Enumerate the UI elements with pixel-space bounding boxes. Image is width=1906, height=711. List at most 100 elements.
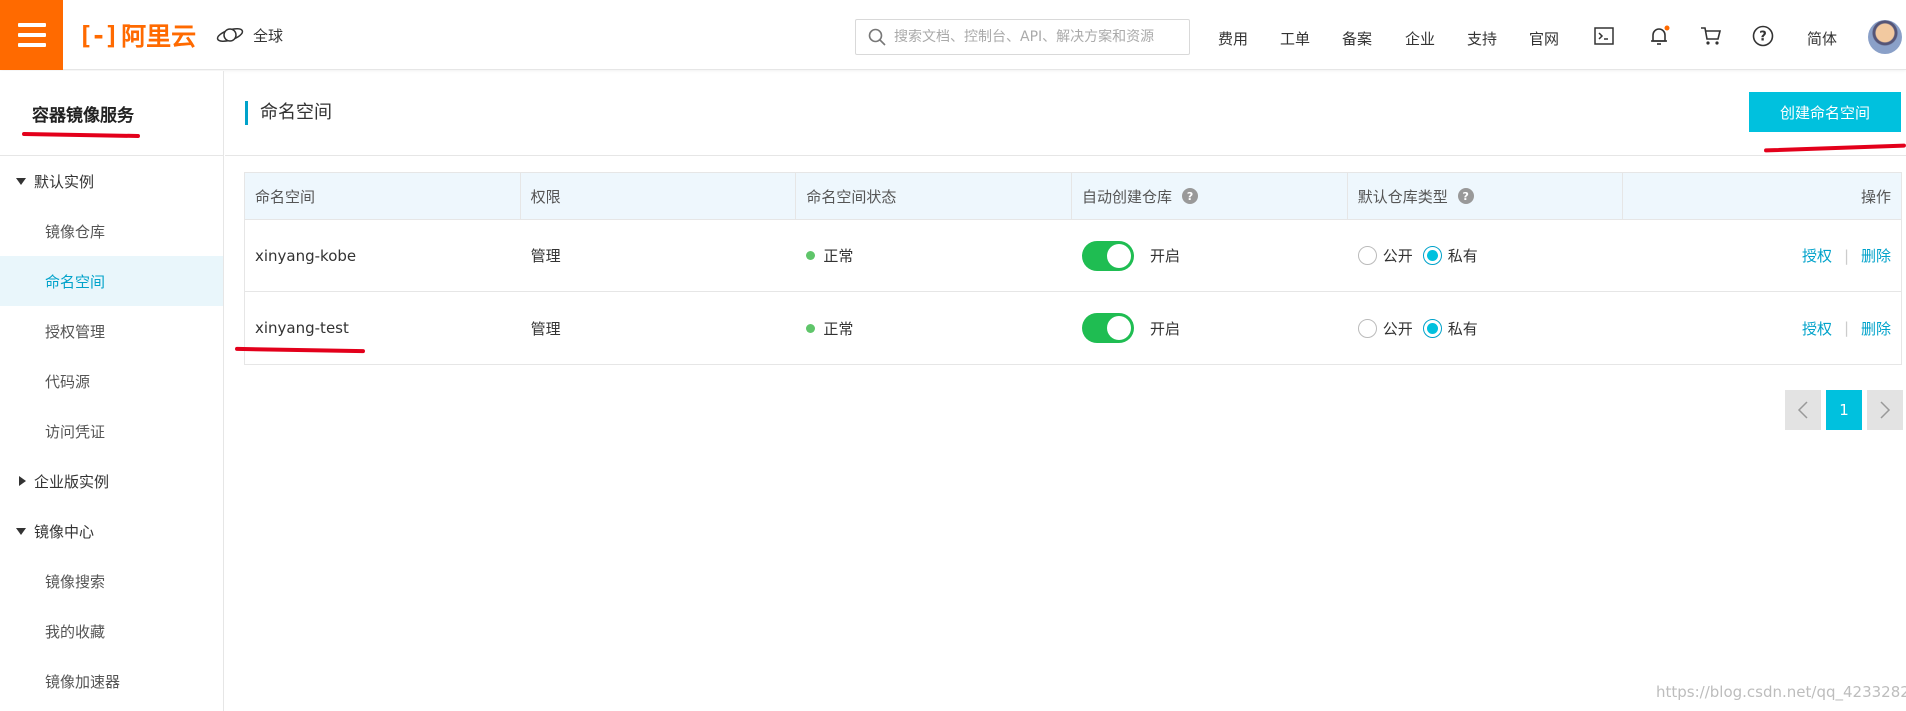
auto-create-cell: 开启 bbox=[1072, 292, 1348, 364]
separator: | bbox=[1843, 319, 1850, 337]
table-row: xinyang-kobe 管理 正常 开启 公开 私有 授权 | 删除 bbox=[245, 220, 1901, 292]
cart-icon[interactable] bbox=[1700, 25, 1722, 47]
namespace-table: 命名空间 权限 命名空间状态 自动创建仓库 ? 默认仓库类型 ? 操作 xiny… bbox=[244, 172, 1902, 365]
bell-icon[interactable] bbox=[1648, 25, 1670, 47]
column-header-actions: 操作 bbox=[1623, 173, 1901, 219]
sidebar-group-label: 镜像中心 bbox=[34, 522, 95, 541]
status-dot-icon bbox=[806, 323, 816, 333]
pagination: 1 bbox=[1785, 390, 1903, 430]
region-label: 全球 bbox=[253, 26, 284, 45]
permission-value: 管理 bbox=[530, 247, 561, 265]
top-bar: [-] 阿里云 全球 费用 工单 备案 企业 支持 官网 ? 简体 bbox=[0, 0, 1906, 70]
region-selector[interactable]: 全球 bbox=[215, 24, 283, 46]
question-icon[interactable]: ? bbox=[1182, 188, 1199, 204]
radio-public[interactable] bbox=[1357, 246, 1377, 265]
status-cell: 正常 bbox=[796, 220, 1072, 291]
logo[interactable]: [-] 阿里云 bbox=[78, 20, 197, 52]
column-header-status: 命名空间状态 bbox=[796, 173, 1073, 219]
sidebar-item-code-source[interactable]: 代码源 bbox=[0, 356, 223, 406]
status-cell: 正常 bbox=[796, 292, 1072, 364]
radio-label: 公开 bbox=[1382, 319, 1413, 338]
toggle-label: 开启 bbox=[1150, 319, 1181, 338]
repo-type-cell: 公开 私有 bbox=[1348, 220, 1624, 291]
column-header-label: 默认仓库类型 bbox=[1357, 187, 1448, 206]
table-header: 命名空间 权限 命名空间状态 自动创建仓库 ? 默认仓库类型 ? 操作 bbox=[245, 173, 1901, 220]
sidebar-item-repositories[interactable]: 镜像仓库 bbox=[0, 206, 223, 256]
sidebar-group-label: 企业版实例 bbox=[34, 472, 110, 491]
actions-cell: 授权 | 删除 bbox=[1623, 220, 1901, 291]
sidebar-item-favorites[interactable]: 我的收藏 bbox=[0, 606, 223, 656]
brand-name: 阿里云 bbox=[121, 22, 197, 51]
watermark: https://blog.csdn.net/qq_42332821 bbox=[1656, 683, 1906, 701]
permission-value: 管理 bbox=[530, 319, 561, 338]
column-header-auto-create: 自动创建仓库 ? bbox=[1072, 173, 1348, 219]
page-number-button[interactable]: 1 bbox=[1826, 390, 1862, 430]
nav-enterprise[interactable]: 企业 bbox=[1405, 28, 1435, 49]
authorize-link[interactable]: 授权 bbox=[1802, 245, 1832, 266]
column-header-label: 命名空间状态 bbox=[806, 187, 897, 206]
search-box[interactable] bbox=[855, 19, 1190, 55]
sidebar-group-label: 默认实例 bbox=[34, 172, 95, 191]
sidebar-group-default-instance[interactable]: 默认实例 bbox=[0, 156, 223, 206]
terminal-icon[interactable] bbox=[1593, 25, 1615, 47]
namespace-name: xinyang-kobe bbox=[255, 246, 357, 265]
repo-type-cell: 公开 私有 bbox=[1348, 292, 1624, 364]
actions-cell: 授权 | 删除 bbox=[1623, 292, 1901, 364]
sidebar-item-image-search[interactable]: 镜像搜索 bbox=[0, 556, 223, 606]
nav-fees[interactable]: 费用 bbox=[1218, 28, 1248, 49]
delete-link[interactable]: 删除 bbox=[1861, 245, 1891, 266]
chevron-left-icon bbox=[1797, 401, 1808, 419]
nav-icp[interactable]: 备案 bbox=[1342, 28, 1372, 49]
service-title: 容器镜像服务 bbox=[0, 71, 223, 156]
create-namespace-button[interactable]: 创建命名空间 bbox=[1749, 92, 1901, 132]
status-text: 正常 bbox=[823, 319, 854, 338]
chevron-right-icon bbox=[1880, 401, 1891, 419]
sidebar-item-authorization[interactable]: 授权管理 bbox=[0, 306, 223, 356]
question-icon[interactable]: ? bbox=[1457, 188, 1474, 204]
sidebar-group-image-center[interactable]: 镜像中心 bbox=[0, 506, 223, 556]
service-title-text: 容器镜像服务 bbox=[32, 105, 134, 126]
auto-create-toggle[interactable] bbox=[1082, 313, 1135, 343]
separator: | bbox=[1843, 246, 1850, 265]
sidebar-item-namespaces[interactable]: 命名空间 bbox=[0, 256, 223, 306]
column-header-permission: 权限 bbox=[521, 173, 797, 219]
aliyun-logo-icon: [-] bbox=[78, 20, 119, 50]
menu-icon[interactable] bbox=[0, 0, 63, 70]
svg-text:?: ? bbox=[1759, 30, 1767, 45]
caret-right-icon bbox=[19, 476, 26, 486]
column-header-namespace: 命名空间 bbox=[245, 173, 521, 219]
sidebar-group-enterprise-instance[interactable]: 企业版实例 bbox=[0, 456, 223, 506]
language-switch[interactable]: 简体 bbox=[1807, 28, 1837, 49]
sidebar-item-access-credentials[interactable]: 访问凭证 bbox=[0, 406, 223, 456]
column-header-default-type: 默认仓库类型 ? bbox=[1348, 173, 1624, 219]
column-header-label: 权限 bbox=[530, 187, 561, 206]
nav-website[interactable]: 官网 bbox=[1529, 28, 1559, 49]
toggle-knob bbox=[1107, 243, 1132, 268]
toggle-label: 开启 bbox=[1150, 247, 1181, 265]
next-page-button[interactable] bbox=[1867, 390, 1903, 430]
radio-public[interactable] bbox=[1357, 318, 1377, 338]
column-header-label: 操作 bbox=[1861, 187, 1892, 206]
status-text: 正常 bbox=[823, 247, 854, 265]
search-icon bbox=[868, 28, 886, 46]
radio-private[interactable] bbox=[1422, 246, 1442, 265]
annotation-underline bbox=[21, 131, 141, 139]
radio-private[interactable] bbox=[1422, 318, 1442, 338]
delete-link[interactable]: 删除 bbox=[1861, 318, 1891, 339]
avatar[interactable] bbox=[1868, 20, 1902, 54]
auto-create-cell: 开启 bbox=[1072, 220, 1348, 291]
caret-down-icon bbox=[16, 177, 26, 185]
namespace-name: xinyang-test bbox=[255, 319, 349, 337]
search-input[interactable] bbox=[894, 29, 1174, 45]
sidebar-item-accelerator[interactable]: 镜像加速器 bbox=[0, 656, 223, 706]
radio-label: 公开 bbox=[1382, 247, 1413, 265]
auto-create-toggle[interactable] bbox=[1082, 240, 1135, 271]
authorize-link[interactable]: 授权 bbox=[1802, 318, 1832, 339]
content-header: 命名空间 创建命名空间 bbox=[225, 71, 1906, 156]
prev-page-button[interactable] bbox=[1785, 390, 1821, 430]
nav-tickets[interactable]: 工单 bbox=[1280, 28, 1310, 49]
column-header-label: 自动创建仓库 bbox=[1082, 187, 1173, 206]
column-header-label: 命名空间 bbox=[255, 187, 316, 206]
nav-support[interactable]: 支持 bbox=[1467, 28, 1497, 49]
help-icon[interactable]: ? bbox=[1752, 25, 1774, 47]
